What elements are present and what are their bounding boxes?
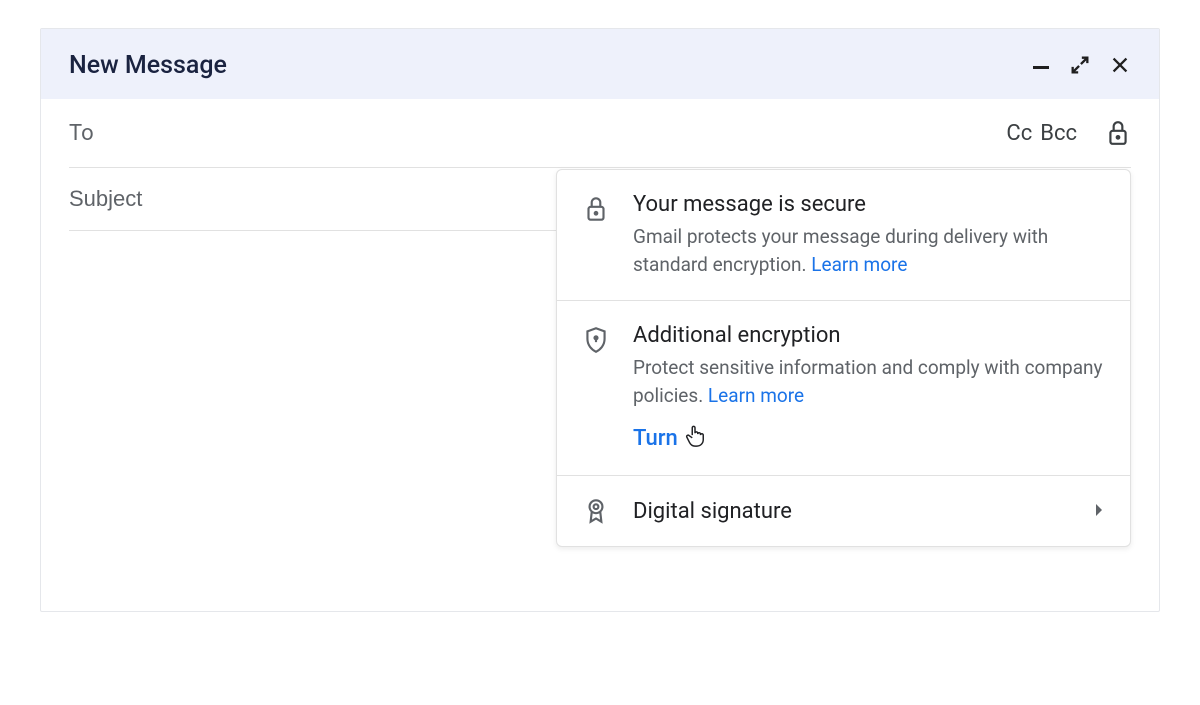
secure-heading: Your message is secure bbox=[633, 192, 1104, 217]
recipients-row[interactable]: To Cc Bcc bbox=[69, 99, 1131, 168]
turn-row: Turn bbox=[633, 423, 1104, 453]
lock-icon bbox=[583, 192, 611, 278]
header-actions bbox=[1033, 54, 1131, 76]
additional-description: Protect sensitive information and comply… bbox=[633, 354, 1104, 409]
close-icon[interactable] bbox=[1109, 54, 1131, 76]
additional-content: Additional encryption Protect sensitive … bbox=[633, 323, 1104, 453]
secure-content: Your message is secure Gmail protects yo… bbox=[633, 192, 1104, 278]
additional-learn-more-link[interactable]: Learn more bbox=[708, 384, 804, 407]
additional-heading: Additional encryption bbox=[633, 323, 1104, 348]
lock-icon[interactable] bbox=[1105, 117, 1131, 149]
cursor-hand-icon bbox=[684, 423, 706, 453]
minimize-icon[interactable] bbox=[1033, 56, 1051, 74]
encryption-popup: Your message is secure Gmail protects yo… bbox=[556, 169, 1131, 547]
turn-on-link[interactable]: Turn bbox=[633, 426, 678, 451]
compose-header: New Message bbox=[41, 29, 1159, 99]
secure-description: Gmail protects your message during deliv… bbox=[633, 223, 1104, 278]
signature-heading: Digital signature bbox=[633, 499, 1072, 524]
badge-icon bbox=[583, 496, 611, 526]
cc-toggle[interactable]: Cc bbox=[1006, 121, 1032, 146]
signature-section[interactable]: Digital signature bbox=[557, 476, 1130, 546]
chevron-right-icon bbox=[1094, 502, 1104, 521]
compose-window: New Message To bbox=[40, 28, 1160, 612]
to-label: To bbox=[69, 121, 94, 146]
shield-icon bbox=[583, 323, 611, 453]
cc-bcc-toggle: Cc Bcc bbox=[1006, 121, 1077, 146]
compose-title: New Message bbox=[69, 51, 227, 80]
bcc-toggle[interactable]: Bcc bbox=[1040, 121, 1077, 146]
expand-icon[interactable] bbox=[1069, 54, 1091, 76]
additional-section: Additional encryption Protect sensitive … bbox=[557, 301, 1130, 476]
secure-section: Your message is secure Gmail protects yo… bbox=[557, 170, 1130, 301]
recipients-right: Cc Bcc bbox=[1006, 117, 1131, 149]
secure-learn-more-link[interactable]: Learn more bbox=[811, 253, 907, 276]
